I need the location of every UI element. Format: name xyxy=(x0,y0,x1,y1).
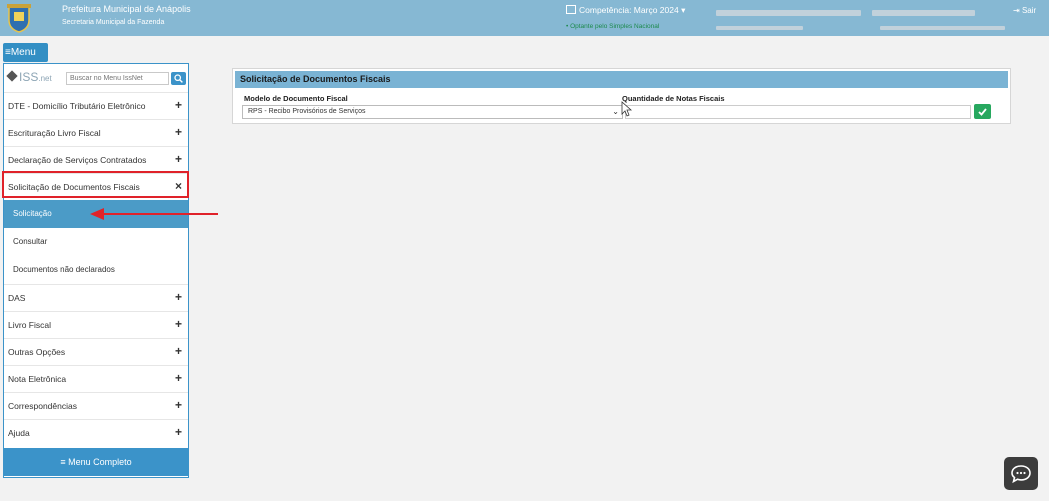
expand-plus-icon: + xyxy=(174,98,182,112)
issnet-diamond-icon xyxy=(6,70,18,82)
highlight-box xyxy=(2,171,189,198)
search-icon xyxy=(174,74,183,83)
sidebar-item-nota-eletronica[interactable]: Nota Eletrônica + xyxy=(4,365,188,392)
sidebar-menu: ISS.net DTE - Domicílio Tributário Eletr… xyxy=(3,63,189,478)
redacted-user-name xyxy=(872,10,975,16)
sidebar-item-label: Correspondências xyxy=(8,401,77,411)
issnet-logo: ISS.net xyxy=(6,70,52,84)
competencia-dropdown[interactable]: Competência: Março 2024 ▾ xyxy=(566,5,685,16)
sidebar-item-outras-opcoes[interactable]: Outras Opções + xyxy=(4,338,188,365)
sidebar-search-row: ISS.net xyxy=(4,64,190,92)
chevron-down-icon: ⌄ xyxy=(612,107,619,116)
full-menu-button[interactable]: ≡ Menu Completo xyxy=(3,448,189,476)
sidebar-subitem-label: Documentos não declarados xyxy=(13,265,115,274)
sidebar-subitem-label: Solicitação xyxy=(13,209,52,218)
issnet-logo-text: ISS xyxy=(19,70,39,84)
expand-plus-icon: + xyxy=(174,344,182,358)
document-model-value: RPS - Recibo Provisórios de Serviços xyxy=(248,108,366,115)
annotation-arrow-icon xyxy=(90,208,218,220)
document-model-select[interactable]: RPS - Recibo Provisórios de Serviços ⌄ xyxy=(242,105,623,119)
menu-toggle-button[interactable]: ≡Menu xyxy=(3,43,48,62)
full-menu-label: Menu Completo xyxy=(68,457,132,467)
top-bar: Prefeitura Municipal de Anápolis Secreta… xyxy=(0,0,1049,36)
sidebar-item-das[interactable]: DAS + xyxy=(4,284,188,311)
sidebar-subitem-label: Consultar xyxy=(13,237,48,246)
chat-bubble-icon xyxy=(1011,465,1031,484)
panel-title: Solicitação de Documentos Fiscais xyxy=(235,71,1008,88)
sidebar-item-escrituracao[interactable]: Escrituração Livro Fiscal + xyxy=(4,119,188,146)
sidebar-item-declaracao[interactable]: Declaração de Serviços Contratados + xyxy=(4,146,188,173)
menu-search-button[interactable] xyxy=(171,72,186,85)
sidebar-item-label: Livro Fiscal xyxy=(8,320,51,330)
sidebar-item-label: DTE - Domicílio Tributário Eletrônico xyxy=(8,101,146,111)
model-label: Modelo de Documento Fiscal xyxy=(244,94,348,103)
issnet-logo-suffix: .net xyxy=(38,74,52,83)
sidebar-item-label: Outras Opções xyxy=(8,347,66,357)
logout-button[interactable]: ⇥ Sair xyxy=(1013,6,1036,15)
city-coat-of-arms-icon xyxy=(7,4,31,33)
sidebar-item-label: Escrituração Livro Fiscal xyxy=(8,128,101,138)
sidebar-item-ajuda[interactable]: Ajuda + xyxy=(4,419,188,446)
confirm-button[interactable] xyxy=(974,104,991,119)
logout-icon: ⇥ xyxy=(1013,6,1020,15)
competencia-label: Competência: Março 2024 xyxy=(579,5,679,15)
expand-plus-icon: + xyxy=(174,371,182,385)
redacted-user-id xyxy=(880,26,1005,30)
org-subtitle: Secretaria Municipal da Fazenda xyxy=(62,19,165,26)
calendar-icon xyxy=(566,5,576,14)
sidebar-item-label: Ajuda xyxy=(8,428,30,438)
sidebar-item-label: Nota Eletrônica xyxy=(8,374,67,384)
quantity-input[interactable] xyxy=(625,105,971,119)
sidebar-subitem-consultar[interactable]: Consultar xyxy=(4,228,188,256)
sidebar-subitem-documentos-nao-declarados[interactable]: Documentos não declarados xyxy=(4,256,188,284)
sidebar-item-label: DAS xyxy=(8,293,26,303)
expand-plus-icon: + xyxy=(174,317,182,331)
expand-plus-icon: + xyxy=(174,425,182,439)
logout-label: Sair xyxy=(1021,6,1037,15)
simples-status: • Optante pelo Simples Nacional xyxy=(566,23,660,30)
sidebar-item-livro-fiscal[interactable]: Livro Fiscal + xyxy=(4,311,188,338)
menu-search-input[interactable] xyxy=(66,72,169,85)
sidebar-item-correspondencias[interactable]: Correspondências + xyxy=(4,392,188,419)
caret-down-icon: ▾ xyxy=(681,5,686,15)
redacted-company-name xyxy=(716,10,861,16)
expand-plus-icon: + xyxy=(174,398,182,412)
sidebar-item-dte[interactable]: DTE - Domicílio Tributário Eletrônico + xyxy=(4,92,188,119)
expand-plus-icon: + xyxy=(174,290,182,304)
hamburger-icon: ≡ xyxy=(60,457,66,467)
expand-plus-icon: + xyxy=(174,152,182,166)
redacted-company-id xyxy=(716,26,803,30)
mouse-pointer-icon xyxy=(621,101,633,117)
expand-plus-icon: + xyxy=(174,125,182,139)
org-name: Prefeitura Municipal de Anápolis xyxy=(62,4,191,14)
menu-toggle-label: Menu xyxy=(10,47,36,58)
checkmark-icon xyxy=(978,108,987,116)
quantity-label: Quantidade de Notas Fiscais xyxy=(622,94,725,103)
chat-button[interactable] xyxy=(1004,457,1038,490)
sidebar-item-label: Declaração de Serviços Contratados xyxy=(8,155,147,165)
